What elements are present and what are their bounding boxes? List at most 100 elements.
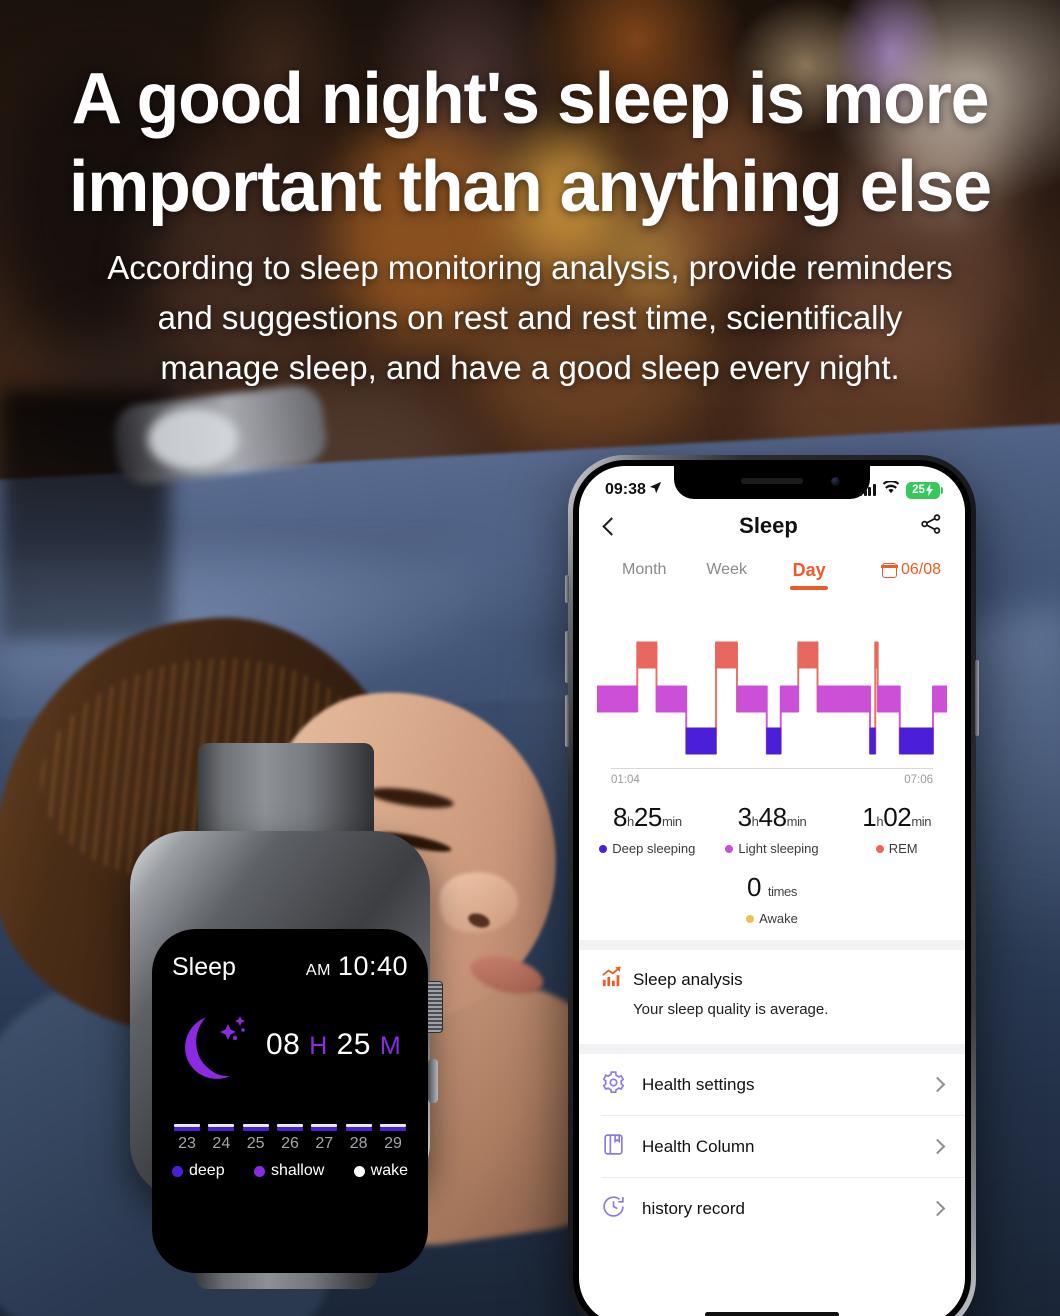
hypnogram-segment-rem xyxy=(715,641,738,669)
legend-dot-deep xyxy=(599,844,608,853)
chevron-left-icon xyxy=(602,516,621,536)
date-label: 06/08 xyxy=(900,561,941,578)
hypnogram-svg xyxy=(597,641,947,755)
watch-legend-dot xyxy=(253,1165,265,1177)
deep-hours-unit: h xyxy=(627,814,634,829)
clock-history-icon xyxy=(601,1194,626,1224)
stat-value: 1h02min xyxy=(834,802,959,833)
legend-dot-awake xyxy=(746,914,755,923)
hypnogram-segment-light-sleeping xyxy=(656,685,687,713)
stat-value: 0 times xyxy=(579,872,965,903)
stat-light-sleeping: 3h48min Light sleeping xyxy=(710,802,835,856)
watch-legend-item: wake xyxy=(353,1162,408,1180)
watch-screen[interactable]: Sleep AM 10:40 08 H 25 M 23 24 25 26 27 … xyxy=(152,929,428,1273)
bar-segment-deep xyxy=(379,1127,406,1131)
watch-day-bar xyxy=(242,1124,269,1131)
legend-dot-rem xyxy=(875,844,884,853)
status-time: 09:38 xyxy=(605,481,646,498)
stat-legend: Light sleeping xyxy=(710,841,835,856)
chart-end-time: 07:06 xyxy=(904,774,933,786)
legend-label-deep: Deep sleeping xyxy=(612,841,696,856)
menu-label: history record xyxy=(642,1198,745,1218)
hypnogram-segment-deep-sleeping xyxy=(766,727,782,755)
light-minutes: 48 xyxy=(758,802,788,832)
watch-day-label: 28 xyxy=(349,1135,368,1152)
analysis-description: Your sleep quality is average. xyxy=(633,1001,829,1018)
watch-clock: AM 10:40 xyxy=(306,951,408,982)
headline-line-1: A good night's sleep is more xyxy=(71,59,990,139)
phone-power-button[interactable] xyxy=(975,660,979,736)
watch-legend-dot xyxy=(172,1165,183,1177)
watch-legend-label: shallow xyxy=(270,1162,325,1179)
sleep-analysis-card[interactable]: Sleep analysis Your sleep quality is ave… xyxy=(579,950,965,1044)
phone-volume-down-button[interactable] xyxy=(565,695,569,747)
phone-silent-switch[interactable] xyxy=(565,575,569,603)
signal-bars-icon xyxy=(859,484,876,496)
light-hours: 3 xyxy=(737,802,752,832)
home-indicator[interactable] xyxy=(705,1312,839,1316)
hypnogram-segment-light-sleeping xyxy=(932,685,947,713)
watch-meridiem: AM xyxy=(305,962,331,979)
section-gap xyxy=(579,1044,965,1054)
watch-day-bar xyxy=(276,1124,303,1131)
watch-side-button[interactable] xyxy=(428,1059,438,1103)
analysis-header: Sleep analysis xyxy=(601,966,943,993)
stat-deep-sleeping: 8h25min Deep sleeping xyxy=(585,802,710,856)
watch-day-bar xyxy=(208,1124,235,1131)
light-hours-unit: h xyxy=(751,814,759,829)
watch-legend-item: deep xyxy=(172,1162,225,1180)
watch-minutes: 25 xyxy=(336,1028,371,1061)
phone-screen: 09:38 25 Sleep Month Week Day 06/08 01:0… xyxy=(579,466,965,1316)
stat-value: 3h48min xyxy=(710,802,835,833)
hypnogram-segment-light-sleeping xyxy=(877,685,901,713)
share-button[interactable] xyxy=(919,512,943,541)
chart-start-time: 01:04 xyxy=(611,774,640,786)
blurred-object xyxy=(148,408,238,470)
watch-hours: 08 xyxy=(266,1028,301,1061)
subhead-line-1: According to sleep monitoring analysis, … xyxy=(107,249,953,286)
watch-day-bar xyxy=(174,1124,200,1131)
battery-indicator: 25 xyxy=(905,481,943,499)
page-subheadline: According to sleep monitoring analysis, … xyxy=(70,243,990,393)
watch-day-bar xyxy=(379,1124,406,1131)
smartwatch: Sleep AM 10:40 08 H 25 M 23 24 25 26 27 … xyxy=(120,743,450,1289)
subhead-line-3: manage sleep, and have a good sleep ever… xyxy=(160,349,900,387)
location-arrow-icon xyxy=(649,481,662,499)
status-bar-right: 25 xyxy=(859,480,943,499)
hypnogram-segment-rem xyxy=(874,641,879,669)
bar-segment-deep xyxy=(242,1127,269,1131)
stat-legend: Deep sleeping xyxy=(585,841,710,856)
stat-awake: 0 times Awake xyxy=(579,860,965,940)
back-button[interactable] xyxy=(601,516,621,536)
menu-item-health-column[interactable]: Health Column xyxy=(579,1116,965,1177)
subhead-line-2: and suggestions on rest and rest time, s… xyxy=(157,299,903,337)
period-tabs: Month Week Day 06/08 xyxy=(579,550,965,590)
phone-bezel: 09:38 25 Sleep Month Week Day 06/08 01:0… xyxy=(573,460,971,1316)
watch-duration-row: 08 H 25 M xyxy=(172,1008,408,1082)
watch-minutes-unit: M xyxy=(379,1032,402,1060)
stat-value: 8h25min xyxy=(585,802,710,833)
watch-day-label: 24 xyxy=(212,1135,231,1152)
bar-segment-deep xyxy=(311,1127,338,1131)
chevron-right-icon xyxy=(929,1076,946,1093)
watch-legend: deep shallow wake xyxy=(172,1162,408,1180)
headline-line-2: important than anything else xyxy=(69,146,992,227)
tab-month[interactable]: Month xyxy=(603,561,685,579)
gear-icon xyxy=(601,1070,626,1100)
sleep-hypnogram-chart: 01:04 07:06 xyxy=(579,590,965,786)
hypnogram-segment-light-sleeping xyxy=(736,685,768,713)
legend-label-light: Light sleeping xyxy=(738,841,819,856)
watch-legend-dot xyxy=(353,1165,365,1177)
chevron-right-icon xyxy=(929,1200,946,1217)
tab-week[interactable]: Week xyxy=(685,561,767,579)
hypnogram-segment-rem xyxy=(797,641,818,669)
menu-item-history-record[interactable]: history record xyxy=(579,1178,965,1239)
tab-day[interactable]: Day xyxy=(768,560,850,581)
rem-hours: 1 xyxy=(862,802,877,832)
analysis-title: Sleep analysis xyxy=(633,969,743,989)
date-selector[interactable]: 06/08 xyxy=(850,561,941,579)
phone-volume-up-button[interactable] xyxy=(565,631,569,683)
watch-sleep-duration: 08 H 25 M xyxy=(266,1028,401,1062)
menu-item-health-settings[interactable]: Health settings xyxy=(579,1054,965,1115)
rem-minutes: 02 xyxy=(883,802,912,832)
